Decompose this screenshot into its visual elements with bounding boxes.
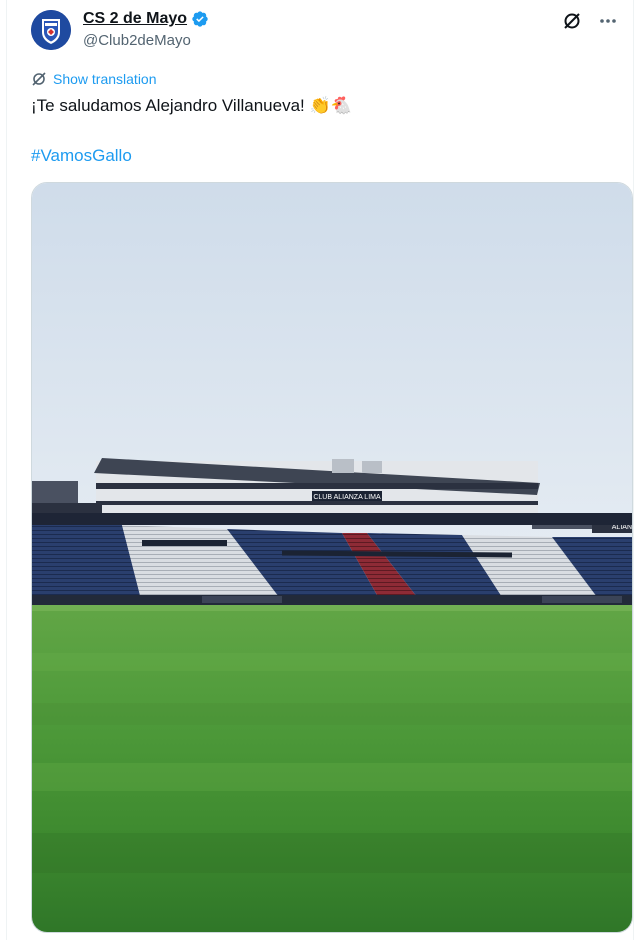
verified-badge-icon bbox=[192, 11, 208, 27]
tweet-media-image[interactable]: CLUB ALIANZA LIMA ALIAN bbox=[31, 182, 633, 933]
author-handle[interactable]: @Club2deMayo bbox=[83, 32, 191, 49]
stadium-sign-right: ALIAN bbox=[612, 524, 632, 531]
stadium-photo: CLUB ALIANZA LIMA ALIAN bbox=[32, 183, 632, 932]
show-translation-link[interactable]: Show translation bbox=[53, 71, 157, 87]
tweet-card: CS 2 de Mayo @Club2deMayo Show translati… bbox=[6, 0, 634, 940]
author-name-row: CS 2 de Mayo bbox=[83, 10, 209, 28]
club-crest-icon bbox=[31, 10, 71, 50]
translate-row[interactable]: Show translation bbox=[31, 71, 157, 87]
tweet-actions-top bbox=[561, 10, 619, 32]
grok-icon[interactable] bbox=[561, 10, 583, 32]
translate-icon bbox=[32, 72, 46, 86]
more-icon[interactable] bbox=[597, 10, 619, 32]
author-name[interactable]: CS 2 de Mayo bbox=[83, 10, 187, 28]
tweet-text: ¡Te saludamos Alejandro Villanueva! 👏🐔 bbox=[31, 95, 352, 117]
tweet-text-body: ¡Te saludamos Alejandro Villanueva! bbox=[31, 96, 305, 115]
tweet-text-emojis: 👏🐔 bbox=[309, 96, 352, 116]
stadium-sign: CLUB ALIANZA LIMA bbox=[313, 494, 381, 501]
avatar[interactable] bbox=[31, 10, 71, 50]
hashtag-link[interactable]: #VamosGallo bbox=[31, 146, 132, 166]
